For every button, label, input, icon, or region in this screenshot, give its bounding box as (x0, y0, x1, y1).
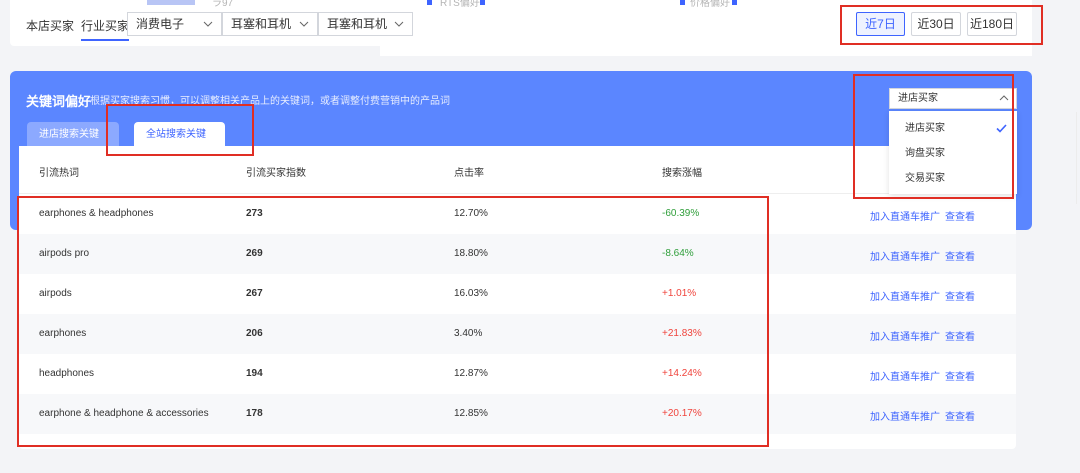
buyer-type-menu: 进店买家 询盘买家 交易买家 (889, 111, 1017, 194)
check-link[interactable]: 查查看 (945, 248, 975, 263)
cell-ctr: 12.85% (454, 408, 488, 419)
keyword-table: 引流热词 引流买家指数 点击率 搜索涨幅 earphones & headpho… (19, 146, 1016, 449)
header-buyer-index: 引流买家指数 (246, 168, 306, 179)
partial-label-left: ラ97 (212, 0, 234, 9)
cell-growth: +14.24% (662, 368, 702, 379)
leaf-category-select-value: 耳塞和耳机 (327, 17, 388, 31)
cell-keyword: earphone & headphone & accessories (39, 408, 209, 419)
legend-marker (427, 0, 432, 5)
buyer-type-select[interactable]: 进店买家 (889, 88, 1017, 109)
tab-industry-buyers[interactable]: 行业买家 (81, 17, 130, 41)
legend-marker (732, 0, 737, 5)
partial-bar (147, 0, 195, 5)
chevron-down-icon (203, 21, 213, 27)
cell-ctr: 12.87% (454, 368, 488, 379)
chevron-down-icon (394, 21, 404, 27)
chevron-up-icon (999, 95, 1009, 101)
menu-item-store-buyers[interactable]: 进店买家 (889, 116, 1017, 141)
add-promotion-link[interactable]: 加入直通车推广 (870, 408, 940, 423)
menu-item-label: 交易买家 (905, 173, 945, 184)
cell-keyword: headphones (39, 368, 95, 379)
cell-ctr: 12.70% (454, 208, 488, 219)
date-30-days-button[interactable]: 近30日 (911, 12, 961, 36)
cell-keyword: earphones (39, 328, 87, 339)
category-select-value: 消费电子 (136, 17, 185, 31)
cell-index: 206 (246, 328, 263, 339)
cell-growth: -8.64% (662, 248, 694, 259)
table-row: airpods pro 269 18.80% -8.64% 加入直通车推广 查查… (19, 234, 1016, 274)
cell-index: 269 (246, 248, 263, 259)
check-link[interactable]: 查查看 (945, 208, 975, 223)
cell-keyword: earphones & headphones (39, 208, 154, 219)
tab-own-store-buyers[interactable]: 本店买家 (26, 17, 74, 34)
tab-site-search-keywords[interactable]: 全站搜索关键词 (134, 122, 225, 165)
subcategory-select[interactable]: 耳塞和耳机 (222, 12, 318, 36)
menu-item-inquiry-buyers[interactable]: 询盘买家 (889, 141, 1017, 166)
tab-store-search-keywords[interactable]: 进店搜索关键词 (27, 122, 119, 165)
add-promotion-link[interactable]: 加入直通车推广 (870, 368, 940, 383)
check-icon (996, 124, 1007, 133)
legend-marker (480, 0, 485, 5)
date-7-days-button[interactable]: 近7日 (856, 12, 905, 36)
cell-keyword: airpods pro (39, 248, 90, 259)
header-ctr: 点击率 (454, 168, 484, 179)
table-row: earphones 206 3.40% +21.83% 加入直通车推广 查查看 (19, 314, 1016, 354)
subcategory-select-value: 耳塞和耳机 (231, 17, 292, 31)
check-link[interactable]: 查查看 (945, 288, 975, 303)
menu-item-label: 进店买家 (905, 123, 945, 134)
card-strip (380, 44, 1032, 56)
category-select[interactable]: 消费电子 (127, 12, 222, 36)
leaf-category-select[interactable]: 耳塞和耳机 (318, 12, 413, 36)
check-link[interactable]: 查查看 (945, 408, 975, 423)
header-keyword: 引流热词 (39, 168, 79, 179)
cell-growth: -60.39% (662, 208, 700, 219)
cell-index: 178 (246, 408, 263, 419)
cell-growth: +20.17% (662, 408, 702, 419)
cell-index: 194 (246, 368, 263, 379)
chevron-down-icon (299, 21, 309, 27)
cell-ctr: 3.40% (454, 328, 483, 339)
buyer-type-select-value: 进店买家 (898, 93, 938, 104)
table-row: earphone & headphone & accessories 178 1… (19, 394, 1016, 434)
menu-item-transaction-buyers[interactable]: 交易买家 (889, 166, 1017, 191)
check-link[interactable]: 查查看 (945, 368, 975, 383)
partial-label-right: 价格偏好 (690, 0, 730, 9)
check-link[interactable]: 查查看 (945, 328, 975, 343)
cell-index: 267 (246, 288, 263, 299)
cell-ctr: 16.03% (454, 288, 488, 299)
partial-label-mid: RTS偏好 (440, 0, 480, 9)
table-header: 引流热词 引流买家指数 点击率 搜索涨幅 (19, 146, 1016, 194)
cell-growth: +1.01% (662, 288, 697, 299)
cell-keyword: airpods (39, 288, 72, 299)
header-search-growth: 搜索涨幅 (662, 168, 702, 179)
add-promotion-link[interactable]: 加入直通车推广 (870, 328, 940, 343)
date-180-days-button[interactable]: 近180日 (967, 12, 1017, 36)
section-description: 根据买家搜索习惯，可以调整相关产品上的关键词，或者调整付费营销中的产品词 (90, 96, 450, 107)
menu-item-label: 询盘买家 (905, 148, 945, 159)
table-row: headphones 194 12.87% +14.24% 加入直通车推广 查查… (19, 354, 1016, 394)
table-row: earphones & headphones 273 12.70% -60.39… (19, 194, 1016, 234)
legend-marker (680, 0, 685, 5)
cell-growth: +21.83% (662, 328, 702, 339)
scroll-edge (1076, 112, 1080, 204)
filter-card: ラ97 RTS偏好 价格偏好 本店买家 行业买家 消费电子 耳塞和耳机 耳塞和耳… (10, 0, 1032, 46)
table-row: airpods 267 16.03% +1.01% 加入直通车推广 查查看 (19, 274, 1016, 314)
add-promotion-link[interactable]: 加入直通车推广 (870, 208, 940, 223)
cell-ctr: 18.80% (454, 248, 488, 259)
add-promotion-link[interactable]: 加入直通车推广 (870, 288, 940, 303)
cell-index: 273 (246, 208, 263, 219)
section-title: 关键词偏好 (26, 94, 92, 109)
add-promotion-link[interactable]: 加入直通车推广 (870, 248, 940, 263)
